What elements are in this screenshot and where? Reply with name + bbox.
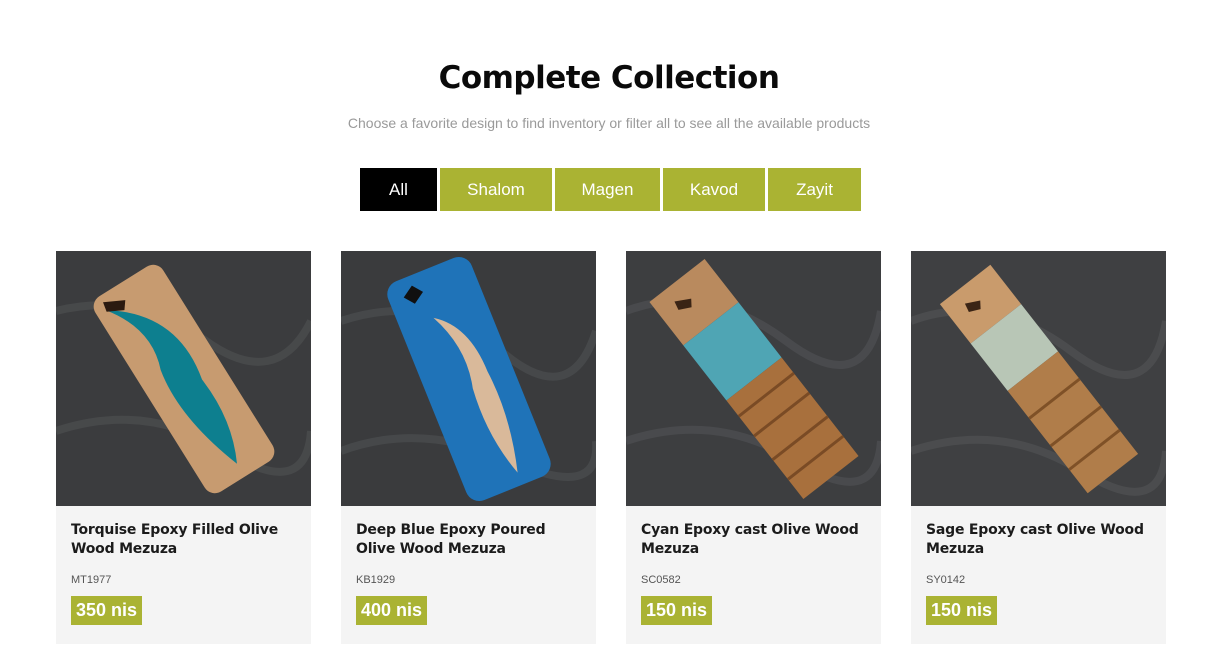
- product-sku: KB1929: [356, 574, 396, 586]
- product-title[interactable]: Deep Blue Epoxy Poured Olive Wood Mezuza: [356, 521, 581, 561]
- product-price: 150 nis: [926, 596, 998, 625]
- product-image[interactable]: [56, 251, 311, 506]
- product-card[interactable]: Sage Epoxy cast Olive Wood Mezuza SY0142…: [911, 251, 1166, 644]
- product-sku: MT1977: [71, 574, 112, 586]
- filter-magen-button[interactable]: Magen: [555, 168, 660, 211]
- page-title: Complete Collection: [438, 60, 780, 96]
- product-sku: SY0142: [926, 574, 966, 586]
- filter-shalom-button[interactable]: Shalom: [440, 168, 552, 211]
- product-sku: SC0582: [641, 574, 681, 586]
- product-card[interactable]: Torquise Epoxy Filled Olive Wood Mezuza …: [56, 251, 311, 644]
- product-card[interactable]: Deep Blue Epoxy Poured Olive Wood Mezuza…: [341, 251, 596, 644]
- product-price: 400 nis: [356, 596, 428, 625]
- product-image[interactable]: [341, 251, 596, 506]
- filter-bar: All Shalom Magen Kavod Zayit: [360, 168, 861, 211]
- product-title[interactable]: Sage Epoxy cast Olive Wood Mezuza: [926, 521, 1151, 561]
- product-title[interactable]: Cyan Epoxy cast Olive Wood Mezuza: [641, 521, 866, 561]
- product-price: 350 nis: [71, 596, 143, 625]
- filter-zayit-button[interactable]: Zayit: [768, 168, 861, 211]
- filter-all-button[interactable]: All: [360, 168, 437, 211]
- product-image[interactable]: [911, 251, 1166, 506]
- product-image[interactable]: [626, 251, 881, 506]
- page-subtitle: Choose a favorite design to find invento…: [347, 115, 871, 131]
- product-price: 150 nis: [641, 596, 713, 625]
- product-card[interactable]: Cyan Epoxy cast Olive Wood Mezuza SC0582…: [626, 251, 881, 644]
- product-title[interactable]: Torquise Epoxy Filled Olive Wood Mezuza: [71, 521, 296, 561]
- filter-kavod-button[interactable]: Kavod: [663, 168, 765, 211]
